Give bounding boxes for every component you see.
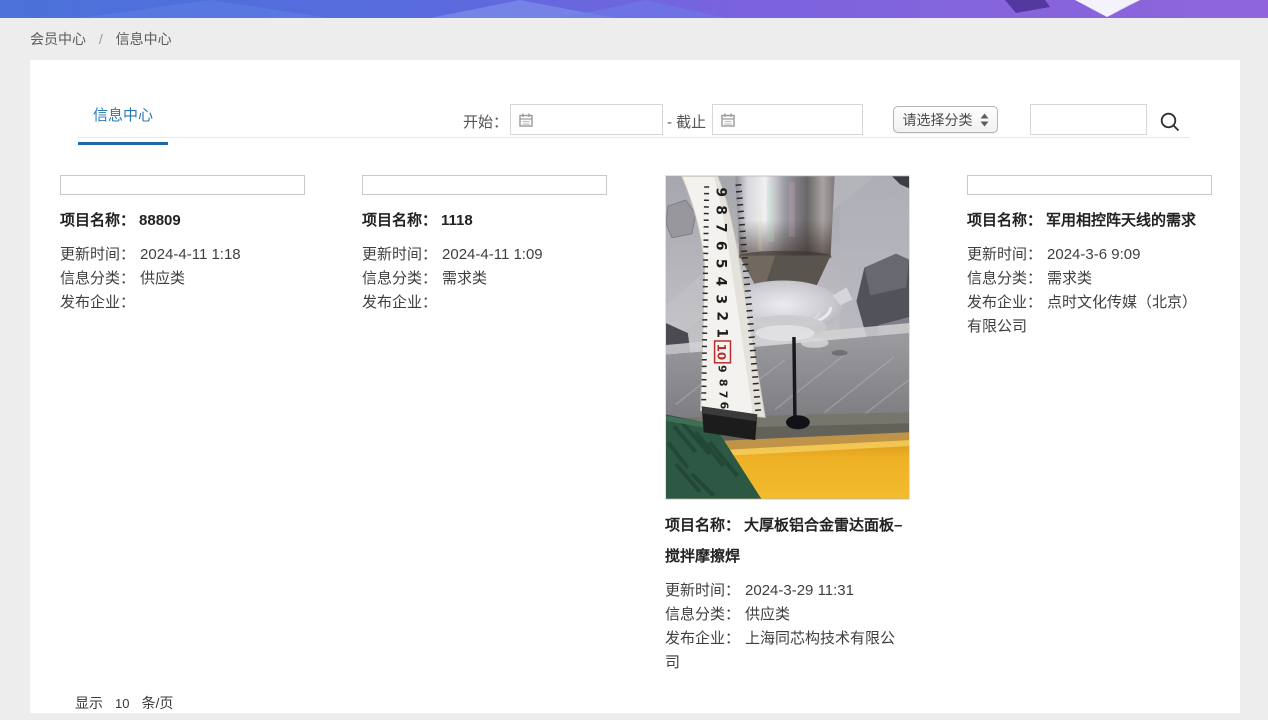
svg-text:3: 3 [713,294,729,304]
project-title: 项目名称：1118 [362,205,607,236]
svg-text:7: 7 [717,391,730,399]
project-company: 发布企业：点时文化传媒（北京）有限公司 [967,291,1212,339]
svg-text:6: 6 [713,241,729,251]
project-card[interactable]: 项目名称：88809 更新时间：2024-4-11 1:18 信息分类：供应类 … [60,175,305,315]
svg-text:6: 6 [718,402,731,410]
project-category: 信息分类：需求类 [362,267,607,291]
start-date-label: 开始： [463,111,508,132]
end-date-label: - 截止 [667,111,706,132]
svg-text:4: 4 [713,277,729,287]
svg-text:7: 7 [713,223,729,233]
project-company: 发布企业： [362,291,607,315]
breadcrumb-separator: / [99,31,103,47]
breadcrumb: 会员中心 / 信息中心 [30,29,172,49]
project-category: 信息分类：需求类 [967,267,1212,291]
start-date-input[interactable] [537,105,660,134]
project-category: 信息分类：供应类 [60,267,305,291]
svg-text:1: 1 [714,328,730,338]
content-panel: 信息中心 开始： - 截止 请选择分类 [30,60,1240,713]
end-date-field[interactable] [712,104,863,135]
banner-graphic [0,0,1268,18]
image-placeholder-box [362,175,607,195]
project-title: 项目名称：88809 [60,205,305,236]
image-placeholder-box [967,175,1212,195]
page-size-select[interactable]: 10 [115,696,129,711]
svg-text:9: 9 [713,187,729,197]
search-input[interactable] [1030,104,1147,135]
svg-text:5: 5 [713,259,729,269]
project-card[interactable]: 项目名称：1118 更新时间：2024-4-11 1:09 信息分类：需求类 发… [362,175,607,315]
svg-text:9: 9 [716,365,729,373]
project-title: 项目名称：大厚板铝合金雷达面板–搅拌摩擦焊 [665,510,910,572]
project-card[interactable]: 项目名称：军用相控阵天线的需求 更新时间：2024-3-6 9:09 信息分类：… [967,175,1212,339]
project-updated: 更新时间：2024-4-11 1:18 [60,243,305,267]
svg-text:8: 8 [713,205,729,215]
category-select-value: 请选择分类 [903,110,973,130]
image-placeholder-box [60,175,305,195]
project-category: 信息分类：供应类 [665,603,910,627]
friction-stir-welding-photo[interactable]: 9 8 7 6 5 4 3 2 1 10 9 8 7 6 5 [665,175,910,500]
calendar-icon [519,113,533,127]
per-page-label: 条/页 [141,695,173,711]
magnifier-icon [1159,111,1181,133]
end-date-input[interactable] [739,105,860,134]
project-updated: 更新时间：2024-3-29 11:31 [665,579,910,603]
breadcrumb-link-member-center[interactable]: 会员中心 [30,31,86,47]
category-select[interactable]: 请选择分类 [893,106,998,133]
tab-divider [78,137,1190,138]
breadcrumb-current-info-center: 信息中心 [116,31,172,47]
display-label: 显示 [75,695,103,711]
pagination: 显示 10 条/页 [75,693,173,713]
svg-text:10: 10 [715,344,729,361]
start-date-field[interactable] [510,104,663,135]
project-card[interactable]: 9 8 7 6 5 4 3 2 1 10 9 8 7 6 5 [665,175,910,675]
project-company: 发布企业： [60,291,305,315]
svg-text:8: 8 [717,379,730,387]
search-button[interactable] [1157,110,1183,136]
project-updated: 更新时间：2024-4-11 1:09 [362,243,607,267]
svg-text:2: 2 [714,311,730,321]
project-title: 项目名称：军用相控阵天线的需求 [967,205,1212,236]
calendar-icon [721,113,735,127]
updown-arrows-icon [980,113,989,127]
project-company: 发布企业：上海同芯构技术有限公司 [665,627,910,675]
tab-info-center[interactable]: 信息中心 [78,104,168,145]
project-updated: 更新时间：2024-3-6 9:09 [967,243,1212,267]
